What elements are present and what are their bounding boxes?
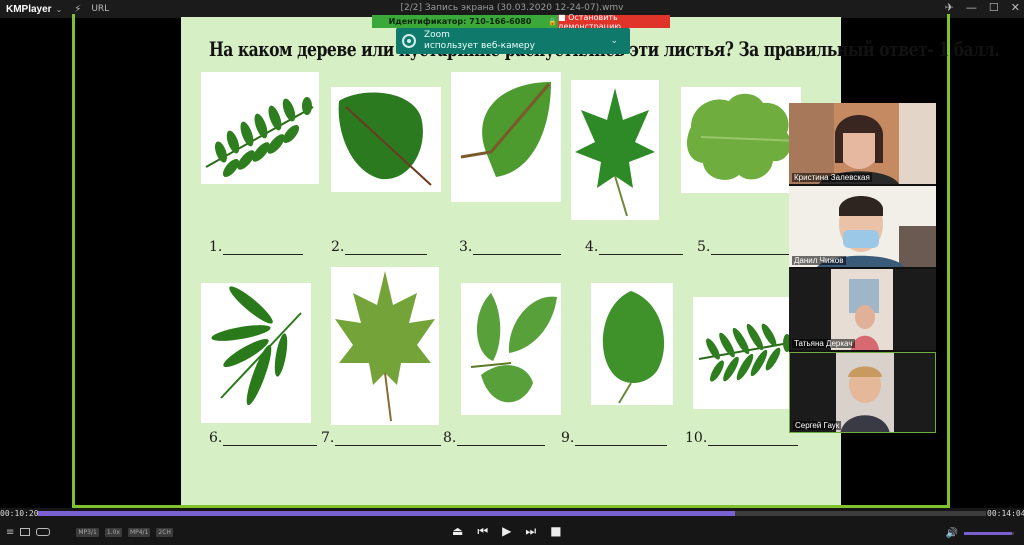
participant-tile[interactable]: Кристина Залевская: [789, 103, 936, 184]
answer-5: 5.: [697, 239, 792, 255]
seek-bar-row: 00:10:20 00:14:04: [0, 508, 1024, 519]
video-badge: MP4/1: [127, 527, 151, 537]
participants-panel: Кристина Залевская Данил Чижов Татьяна Д…: [789, 103, 936, 433]
answer-9: 9.: [561, 430, 668, 446]
answer-line[interactable]: [599, 243, 684, 255]
minimize-button[interactable]: —: [966, 1, 977, 14]
participant-tile[interactable]: Татьяна Деркач: [789, 269, 936, 350]
answer-line[interactable]: [223, 434, 318, 446]
leaf-image-3: [451, 72, 561, 202]
zoom-share-toolbar: Идентификатор: 710-166-6080 🔒 ■ Останови…: [372, 13, 670, 31]
pin-icon[interactable]: ✈: [945, 1, 954, 14]
transport-controls: ⏏ ⏮ ▶ ⏭ ■: [452, 524, 562, 539]
answer-1: 1.: [209, 239, 304, 255]
answer-line[interactable]: [223, 243, 304, 255]
answer-6: 6.: [209, 430, 318, 446]
bolt-icon[interactable]: ⚡: [74, 4, 81, 15]
leaf-image-6: [201, 283, 311, 423]
subtitle-icon[interactable]: [20, 528, 31, 536]
answer-line[interactable]: [575, 434, 668, 446]
window-controls: ✈ — ☐ ✕: [945, 1, 1020, 14]
zoom-notification-text: использует веб-камеру: [424, 41, 535, 51]
leaf-image-10: [693, 297, 793, 409]
app-logo[interactable]: KMPlayer: [6, 4, 52, 15]
seek-bar[interactable]: [38, 511, 986, 516]
leaf-image-7: [331, 267, 439, 425]
webcam-icon: [402, 34, 416, 48]
leaf-image-1: [201, 72, 319, 184]
chevron-down-icon[interactable]: ⌄: [610, 36, 618, 46]
stop-button[interactable]: ■: [550, 524, 561, 539]
chevron-down-icon[interactable]: ⌄: [56, 5, 63, 14]
participant-name: Данил Чижов: [792, 256, 846, 265]
participant-name: Сергей Гаук: [793, 421, 842, 430]
maximize-button[interactable]: ☐: [989, 1, 999, 14]
play-button[interactable]: ▶: [502, 524, 511, 539]
leaf-image-2: [331, 87, 441, 192]
answer-7: 7.: [321, 430, 442, 446]
participant-tile[interactable]: Данил Чижов: [789, 186, 936, 267]
player-controls: ≡ MP3/1 1.0x MP4/1 2CH ⏏ ⏮ ▶ ⏭ ■ 🔊: [0, 519, 1024, 545]
seek-bar-fill: [38, 511, 735, 516]
eject-button[interactable]: ⏏: [452, 524, 463, 539]
meeting-id: Идентификатор: 710-166-6080: [372, 15, 548, 28]
zoom-app-label: Zoom: [424, 30, 450, 40]
volume-slider[interactable]: [964, 532, 1014, 535]
participant-name: Кристина Залевская: [792, 173, 872, 182]
answer-line[interactable]: [708, 434, 799, 446]
answer-line[interactable]: [335, 434, 442, 446]
speaker-icon[interactable]: 🔊: [946, 528, 958, 539]
volume-fill: [964, 532, 1012, 535]
total-time: 00:14:04: [987, 509, 1024, 518]
previous-button[interactable]: ⏮: [477, 524, 488, 539]
answer-line[interactable]: [457, 434, 546, 446]
compound-leaf-icon: [205, 97, 314, 178]
answer-3: 3.: [459, 239, 562, 255]
audio-badge: MP3/1: [76, 527, 99, 537]
answer-line[interactable]: [345, 243, 428, 255]
presentation-slide: На каком дереве или кустарнике распустил…: [181, 17, 1000, 505]
stop-share-button[interactable]: ■ Остановить демонстрацию: [558, 13, 670, 31]
answer-2: 2.: [331, 239, 428, 255]
leaf-image-8: [461, 283, 561, 415]
leaf-image-5: [681, 87, 801, 193]
leaf-image-9: [591, 283, 673, 405]
answer-line[interactable]: [473, 243, 562, 255]
volume-control: 🔊: [946, 528, 1014, 539]
menu-icon[interactable]: ≡: [6, 527, 14, 538]
speed-badge[interactable]: 1.0x: [104, 527, 122, 537]
answer-4: 4.: [585, 239, 684, 255]
close-button[interactable]: ✕: [1011, 1, 1020, 14]
answer-8: 8.: [443, 430, 546, 446]
url-button[interactable]: URL: [91, 4, 109, 14]
vr-icon[interactable]: [36, 528, 51, 536]
window-title: [2/2] Запись экрана (30.03.2020 12-24-07…: [400, 3, 624, 13]
lock-icon: 🔒: [548, 15, 558, 28]
leaf-image-4: [571, 80, 659, 220]
current-time: 00:10:20: [0, 509, 39, 518]
channel-badge: 2CH: [156, 527, 173, 537]
next-button[interactable]: ⏭: [525, 524, 536, 539]
participant-name: Татьяна Деркач: [792, 339, 855, 348]
answer-line[interactable]: [711, 243, 792, 255]
zoom-webcam-notification: Zoom использует веб-камеру ⌄: [396, 28, 630, 54]
participant-tile[interactable]: Сергей Гаук: [789, 352, 936, 433]
answer-10: 10.: [685, 430, 799, 446]
